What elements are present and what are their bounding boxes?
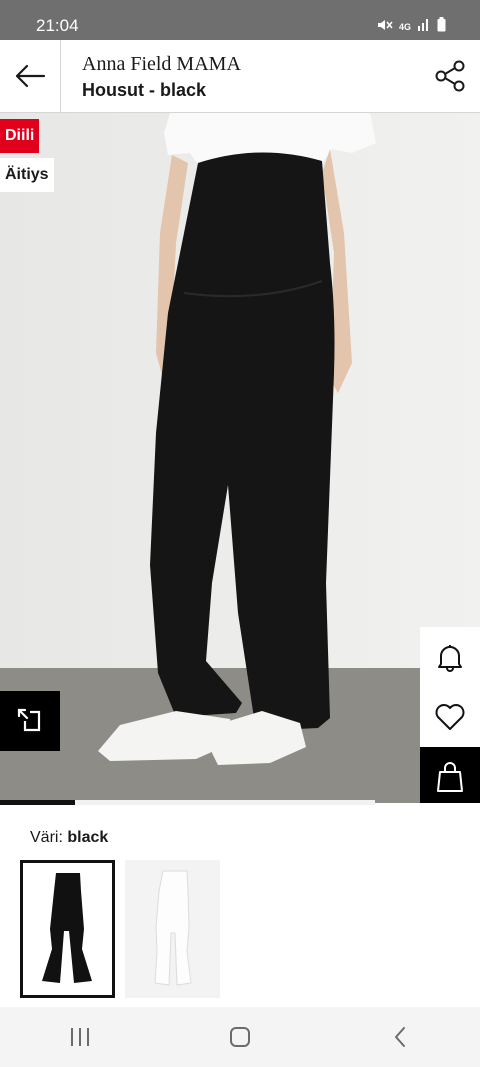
brand-name[interactable]: Anna Field MAMA <box>82 53 241 75</box>
product-photo <box>0 113 480 803</box>
black-pants-thumbnail <box>41 873 92 983</box>
gallery-progress <box>0 800 480 805</box>
recent-apps-icon <box>71 1028 89 1046</box>
system-nav-bar <box>0 1007 480 1067</box>
deal-badge: Diili <box>0 119 40 153</box>
color-swatch-black[interactable] <box>20 860 115 998</box>
arrow-left-icon <box>15 64 46 88</box>
white-pants-thumbnail <box>153 870 192 986</box>
color-swatch-white[interactable] <box>125 860 220 998</box>
status-time: 21:04 <box>36 16 79 35</box>
notify-button[interactable] <box>420 627 480 687</box>
home-button[interactable] <box>160 1007 320 1067</box>
gallery-progress-track <box>75 800 375 805</box>
product-header: Anna Field MAMA Housut - black <box>0 40 480 113</box>
signal-icon <box>417 18 431 36</box>
wishlist-button[interactable] <box>420 687 480 747</box>
share-icon <box>435 60 465 92</box>
battery-icon <box>437 17 446 37</box>
gallery-progress-active <box>0 800 75 805</box>
network-label: 4G <box>398 22 411 32</box>
mute-icon <box>377 18 393 37</box>
back-button[interactable] <box>0 40 61 112</box>
color-info: Väri: black <box>30 829 108 847</box>
status-bar: 21:04 4G <box>0 0 480 40</box>
compare-button[interactable] <box>0 691 60 751</box>
compare-icon <box>17 708 41 732</box>
add-to-cart-button[interactable] <box>420 747 480 803</box>
bell-icon <box>438 645 462 672</box>
color-value: black <box>67 829 109 846</box>
status-icons: 4G <box>377 17 446 37</box>
shopping-bag-icon <box>437 762 463 792</box>
heart-icon <box>435 704 465 730</box>
product-title: Housut - black <box>82 80 207 100</box>
side-actions <box>420 627 480 803</box>
system-back-button[interactable] <box>320 1007 480 1067</box>
home-icon <box>230 1027 250 1047</box>
share-button[interactable] <box>432 58 468 94</box>
product-image-gallery[interactable]: Diili Äitiys <box>0 113 480 803</box>
maternity-badge: Äitiys <box>0 158 54 192</box>
color-label: Väri: <box>30 829 63 846</box>
recent-apps-button[interactable] <box>0 1007 160 1067</box>
system-back-icon <box>395 1027 405 1047</box>
